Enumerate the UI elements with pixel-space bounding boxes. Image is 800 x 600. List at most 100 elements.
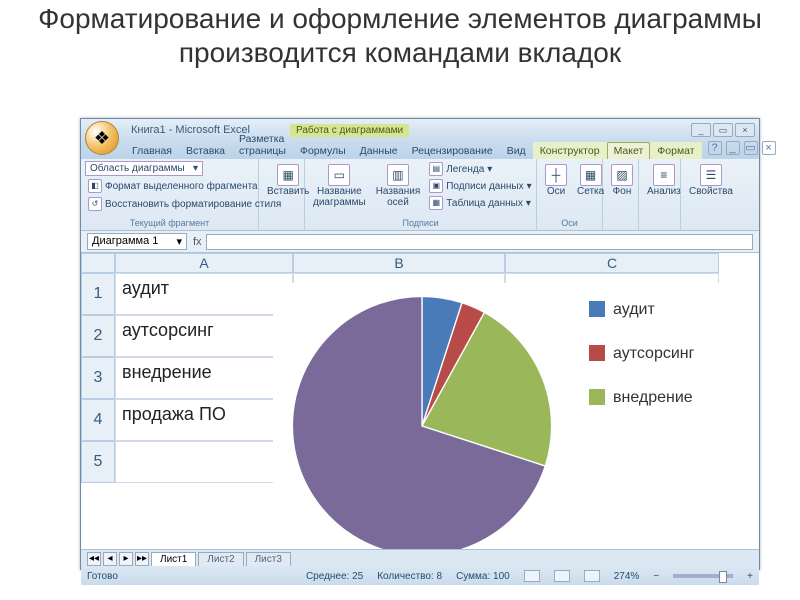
picture-icon: ▦ — [277, 164, 299, 186]
tab-view[interactable]: Вид — [500, 142, 533, 159]
excel-window: ❖ Книга1 - Microsoft Excel Работа с диаг… — [80, 118, 760, 570]
chart-tools-label: Работа с диаграммами — [290, 124, 409, 137]
row-header-4[interactable]: 4 — [81, 399, 115, 441]
gridlines-label: Сетка — [577, 187, 604, 198]
formula-bar: Диаграмма 1 ▾ fx — [81, 231, 759, 253]
chevron-down-icon: ▾ — [176, 235, 182, 248]
status-count: Количество: 8 — [377, 571, 442, 582]
reset-style-label: Восстановить форматирование стиля — [105, 199, 281, 210]
office-button[interactable]: ❖ — [85, 121, 119, 155]
reset-icon: ↺ — [88, 197, 102, 211]
analysis-label: Анализ — [647, 187, 681, 198]
zoom-in-button[interactable]: + — [747, 571, 753, 582]
reset-style-button[interactable]: ↺Восстановить форматирование стиля — [85, 196, 284, 212]
sheet-nav-prev[interactable]: ◂ — [103, 552, 117, 566]
formula-input[interactable] — [206, 234, 753, 250]
group-current-label: Текущий фрагмент — [85, 217, 254, 228]
cell-a1[interactable]: аудит — [115, 273, 293, 315]
zoom-out-button[interactable]: − — [653, 571, 659, 582]
mdi-min-icon[interactable]: _ — [726, 141, 740, 155]
ribbon-tabs: Главная Вставка Разметка страницы Формул… — [81, 141, 759, 159]
data-table-button[interactable]: ▦Таблица данных▾ — [426, 195, 534, 211]
view-normal-button[interactable] — [524, 570, 540, 582]
analysis-button[interactable]: ≡Анализ — [643, 161, 685, 201]
axes-label: Оси — [547, 187, 565, 198]
row-header-5[interactable]: 5 — [81, 441, 115, 483]
tab-layout[interactable]: Макет — [607, 142, 651, 159]
fx-icon[interactable]: fx — [189, 236, 206, 248]
restore-button[interactable]: ▭ — [713, 123, 733, 137]
chevron-down-icon: ▾ — [487, 164, 492, 175]
axes-button[interactable]: ┼Оси — [541, 161, 571, 201]
chart-title-label: Название диаграммы — [313, 187, 366, 208]
col-header-c[interactable]: C — [505, 253, 719, 273]
chevron-down-icon: ▾ — [193, 163, 198, 174]
zoom-slider[interactable] — [673, 574, 733, 578]
select-all-corner[interactable] — [81, 253, 115, 273]
legend-label-3: внедрение — [613, 389, 693, 407]
tab-formulas[interactable]: Формулы — [293, 142, 353, 159]
pie-chart[interactable] — [287, 291, 557, 549]
sheet-tab-1[interactable]: Лист1 — [151, 552, 196, 566]
sheet-tab-2[interactable]: Лист2 — [198, 552, 243, 566]
background-button[interactable]: ▨Фон — [607, 161, 637, 201]
chart-element-selector[interactable]: Область диаграммы ▾ — [85, 161, 203, 176]
tab-home[interactable]: Главная — [125, 142, 179, 159]
tab-format[interactable]: Формат — [650, 142, 701, 159]
legend-item-2[interactable]: аутсорсинг — [589, 345, 739, 363]
chart-object[interactable]: аудит аутсорсинг внедрение — [273, 283, 743, 549]
view-pagebreak-button[interactable] — [584, 570, 600, 582]
row-header-2[interactable]: 2 — [81, 315, 115, 357]
legend-label-2: аутсорсинг — [613, 345, 694, 363]
cell-a3[interactable]: внедрение — [115, 357, 293, 399]
data-labels-icon: ▣ — [429, 179, 443, 193]
sheet-nav-next[interactable]: ▸ — [119, 552, 133, 566]
row-header-3[interactable]: 3 — [81, 357, 115, 399]
help-icon[interactable]: ? — [708, 141, 722, 155]
background-label: Фон — [613, 187, 632, 198]
row-header-1[interactable]: 1 — [81, 273, 115, 315]
axis-titles-icon: ▥ — [387, 164, 409, 186]
tab-review[interactable]: Рецензирование — [405, 142, 500, 159]
axis-titles-button[interactable]: ▥Названия осей — [372, 161, 425, 211]
sheet-nav-first[interactable]: ◂◂ — [87, 552, 101, 566]
legend-button[interactable]: ▤Легенда▾ — [426, 161, 534, 177]
worksheet[interactable]: A B C 1аудит 2аутсорсинг 3внедрение 4про… — [81, 253, 759, 549]
col-header-a[interactable]: A — [115, 253, 293, 273]
cell-a4[interactable]: продажа ПО — [115, 399, 293, 441]
status-average: Среднее: 25 — [306, 571, 363, 582]
properties-button[interactable]: ☰Свойства — [685, 161, 737, 201]
status-sum: Сумма: 100 — [456, 571, 510, 582]
sheet-tabs: ◂◂ ◂ ▸ ▸▸ Лист1 Лист2 Лист3 — [81, 549, 759, 567]
tab-design[interactable]: Конструктор — [533, 142, 607, 159]
minimize-button[interactable]: _ — [691, 123, 711, 137]
legend-item-1[interactable]: аудит — [589, 301, 739, 319]
legend-label: Легенда — [446, 164, 484, 175]
cell-a5[interactable] — [115, 441, 293, 483]
mdi-close-icon[interactable]: × — [762, 141, 776, 155]
legend-item-3[interactable]: внедрение — [589, 389, 739, 407]
tab-page-layout[interactable]: Разметка страницы — [232, 130, 293, 159]
legend-swatch-1 — [589, 301, 605, 317]
zoom-value[interactable]: 274% — [614, 571, 640, 582]
close-button[interactable]: × — [735, 123, 755, 137]
view-layout-button[interactable] — [554, 570, 570, 582]
col-header-b[interactable]: B — [293, 253, 505, 273]
mdi-restore-icon[interactable]: ▭ — [744, 141, 758, 155]
tab-insert[interactable]: Вставка — [179, 142, 232, 159]
properties-label: Свойства — [689, 187, 733, 198]
name-box[interactable]: Диаграмма 1 ▾ — [87, 233, 187, 250]
chart-element-value: Область диаграммы — [90, 163, 185, 174]
tab-data[interactable]: Данные — [353, 142, 405, 159]
format-selection-button[interactable]: ◧Формат выделенного фрагмента — [85, 178, 261, 194]
cell-a2[interactable]: аутсорсинг — [115, 315, 293, 357]
axis-titles-label: Названия осей — [376, 187, 421, 208]
chart-legend[interactable]: аудит аутсорсинг внедрение — [589, 301, 739, 433]
data-table-icon: ▦ — [429, 196, 443, 210]
chart-title-button[interactable]: ▭Название диаграммы — [309, 161, 370, 211]
sheet-tab-3[interactable]: Лист3 — [246, 552, 291, 566]
properties-icon: ☰ — [700, 164, 722, 186]
grid-icon: ▦ — [580, 164, 602, 186]
sheet-nav-last[interactable]: ▸▸ — [135, 552, 149, 566]
data-labels-button[interactable]: ▣Подписи данных▾ — [426, 178, 534, 194]
